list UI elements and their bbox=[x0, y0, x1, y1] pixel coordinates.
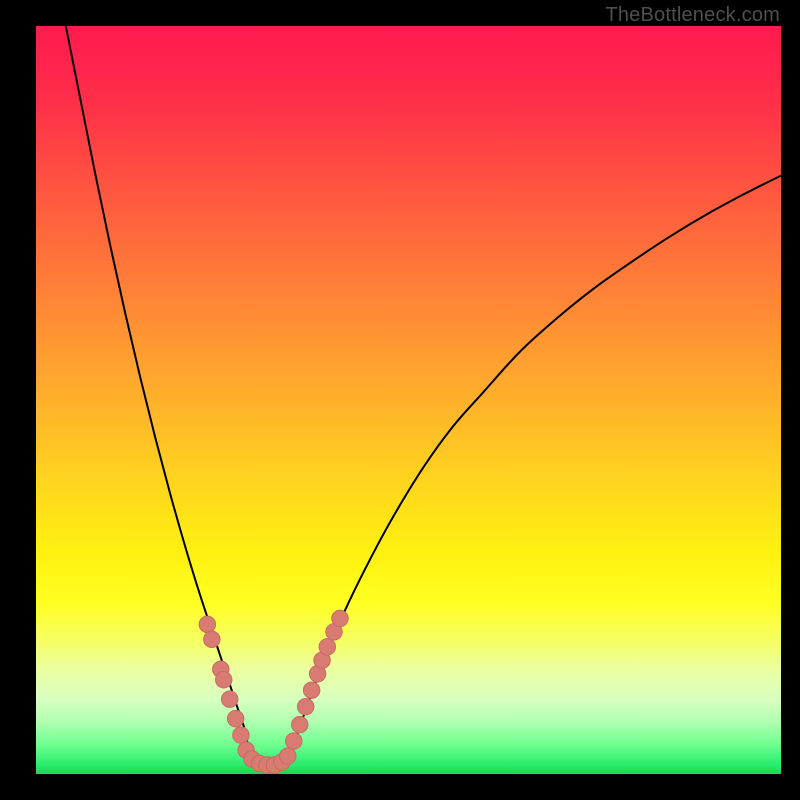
dot bbox=[204, 631, 220, 647]
dot bbox=[280, 748, 296, 764]
dot bbox=[332, 610, 348, 626]
dot bbox=[292, 716, 308, 732]
dot bbox=[221, 691, 237, 707]
outer-frame: TheBottleneck.com bbox=[0, 0, 800, 800]
dot bbox=[199, 616, 215, 632]
bottleneck-curve bbox=[66, 26, 781, 765]
dot bbox=[216, 672, 232, 688]
plot-area bbox=[36, 26, 781, 774]
dot bbox=[286, 733, 302, 749]
dot bbox=[233, 727, 249, 743]
watermark-text: TheBottleneck.com bbox=[605, 4, 780, 27]
dot bbox=[303, 682, 319, 698]
chart-svg bbox=[36, 26, 781, 774]
highlight-dots bbox=[199, 610, 348, 773]
dot bbox=[227, 710, 243, 726]
dot bbox=[297, 698, 313, 714]
dot bbox=[319, 639, 335, 655]
